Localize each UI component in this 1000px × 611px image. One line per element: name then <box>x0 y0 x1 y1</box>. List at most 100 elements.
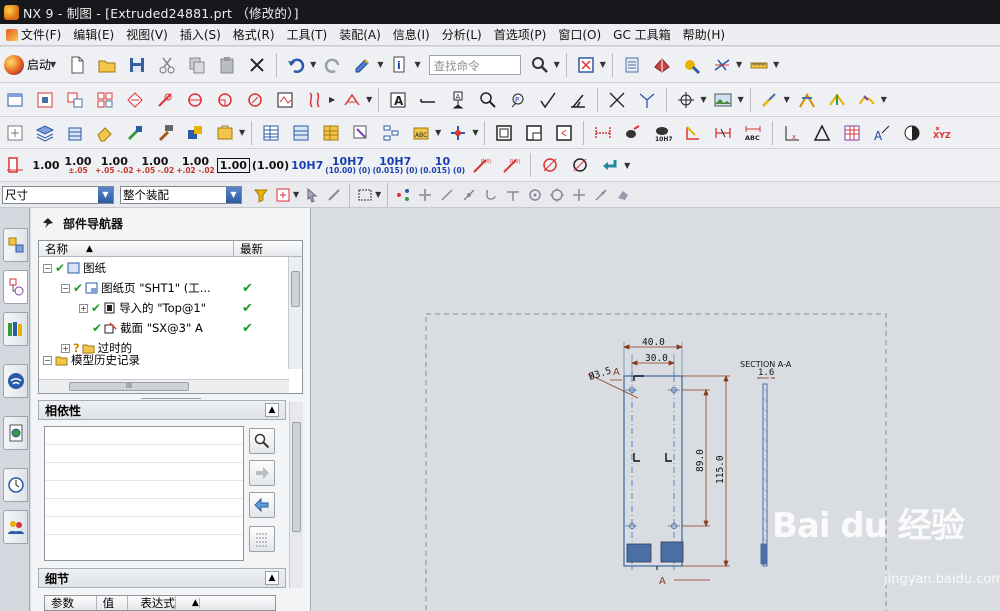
layer-visible-button[interactable] <box>62 120 88 146</box>
menu-information[interactable]: 信息(I) <box>387 24 436 46</box>
name-column-header[interactable]: 名称 ▲ <box>39 241 234 256</box>
panel-scrollbar[interactable] <box>289 402 303 588</box>
cut-button[interactable] <box>154 52 180 78</box>
tree-vertical-scrollbar[interactable] <box>288 257 302 369</box>
expand-icon[interactable]: + <box>61 343 70 353</box>
revolved-section-button[interactable] <box>242 87 268 113</box>
component-button[interactable] <box>212 120 238 146</box>
new-button[interactable] <box>64 52 90 78</box>
folded-section-button[interactable] <box>272 87 298 113</box>
text-dimension-button[interactable]: ABC <box>740 120 766 146</box>
fit-class-values-button[interactable]: 10H7 (10.00) (0) <box>325 152 370 178</box>
start-button[interactable]: 启动 ▼ <box>0 52 62 78</box>
snap-control-point-button[interactable] <box>482 186 500 204</box>
menu-edit[interactable]: 编辑(E) <box>67 24 120 46</box>
balloon-button[interactable] <box>348 120 374 146</box>
more-sketch-button[interactable] <box>854 87 880 113</box>
datum-feature-button[interactable]: A <box>445 87 471 113</box>
touch-mode-button[interactable] <box>350 52 376 78</box>
dependency-list-button[interactable] <box>249 526 275 552</box>
redo-button[interactable] <box>320 52 346 78</box>
limit-button[interactable]: 1.00 +.02 -.02 <box>176 152 215 178</box>
bilateral-two-line-button[interactable]: 1.00 +.05 -.02 <box>136 152 175 178</box>
snap-intersection-button[interactable] <box>504 186 522 204</box>
details-header[interactable]: 细节 ▲ <box>38 568 286 588</box>
fit-class-tolerance-button[interactable]: 10 (0.015) (0) <box>420 152 465 178</box>
define-title-block-button[interactable] <box>551 120 577 146</box>
assembly-button[interactable] <box>2 120 28 146</box>
snap-point-on-curve-button[interactable] <box>570 186 588 204</box>
equal-bilateral-button[interactable]: 1.00 ±.05 <box>63 152 93 178</box>
snap-bounded-grid-button[interactable] <box>614 186 632 204</box>
fit-class-limits-button[interactable]: 10H7 (0.015) (0) <box>373 152 418 178</box>
dimension-style-button[interactable] <box>2 152 28 178</box>
tabular-note-button[interactable] <box>318 120 344 146</box>
tree-row-sheet[interactable]: − ✔ 图纸页 "SHT1" (工... ✔ <box>39 278 287 298</box>
target-symbol-button[interactable] <box>899 120 925 146</box>
collapse-icon[interactable]: − <box>43 263 52 273</box>
paste-button[interactable] <box>214 52 240 78</box>
menu-gc-toolkit[interactable]: GC 工具箱 <box>607 24 677 46</box>
command-search-input[interactable]: 查找命令 <box>428 54 521 75</box>
sketch-button[interactable] <box>757 87 783 113</box>
target-point-button[interactable] <box>634 87 660 113</box>
circle-view-button[interactable] <box>182 87 208 113</box>
snap-arc-center-button[interactable] <box>526 186 544 204</box>
wcs-button[interactable] <box>709 52 735 78</box>
layers-button[interactable] <box>619 52 645 78</box>
snap-all-button[interactable] <box>394 186 412 204</box>
snap-existing-button[interactable] <box>416 186 434 204</box>
dependencies-header[interactable]: 相依性 ▲ <box>38 400 286 420</box>
collapse-icon[interactable]: − <box>43 355 52 365</box>
pin-icon[interactable] <box>43 218 53 228</box>
save-button[interactable] <box>124 52 150 78</box>
graphics-window[interactable]: 40.0 30.0 Ø3.5 89.0 115.0 A A SECTION A-… <box>312 208 1000 611</box>
reference-button[interactable]: (1.00) <box>252 152 289 178</box>
zoom-button[interactable] <box>475 87 501 113</box>
radius-dimension-button[interactable]: R(0) <box>468 152 494 178</box>
deselect-button[interactable] <box>325 186 343 204</box>
delete-button[interactable] <box>244 52 270 78</box>
scroll-thumb[interactable]: III <box>69 382 189 391</box>
snap-midpoint-button[interactable] <box>460 186 478 204</box>
menu-format[interactable]: 格式(R) <box>227 24 281 46</box>
layer-settings-button[interactable] <box>32 120 58 146</box>
half-section-button[interactable] <box>212 87 238 113</box>
xyz-button[interactable]: XYZ <box>929 120 955 146</box>
symbol-button[interactable]: P <box>505 87 531 113</box>
diameter-button[interactable] <box>537 152 563 178</box>
web-browser-tab[interactable] <box>3 416 28 450</box>
triangle-button[interactable] <box>809 120 835 146</box>
search-button[interactable] <box>527 52 553 78</box>
chain-dimension-button[interactable] <box>620 120 646 146</box>
undo-dropdown[interactable]: ▼ <box>310 60 316 69</box>
constraint-button[interactable] <box>794 87 820 113</box>
newest-column-header[interactable]: 最新 <box>234 241 284 256</box>
tree-row-section-view[interactable]: ✔ 截面 "SX@3" A ✔ <box>39 318 287 338</box>
abc-button[interactable]: ABC <box>408 120 434 146</box>
weld-symbol-button[interactable] <box>565 87 591 113</box>
menu-analysis[interactable]: 分析(L) <box>436 24 488 46</box>
feature-control-frame-button[interactable] <box>415 87 441 113</box>
menu-tools[interactable]: 工具(T) <box>281 24 334 46</box>
nominal-button[interactable]: 1.00 <box>31 152 61 178</box>
view-creation-wizard-button[interactable] <box>92 87 118 113</box>
snap-endpoint-button[interactable] <box>438 186 456 204</box>
details-col-expression[interactable]: 表达式 ▲ <box>128 595 275 611</box>
snap-tangent-button[interactable] <box>592 186 610 204</box>
assembly-navigator-tab[interactable] <box>3 228 28 262</box>
border-button[interactable] <box>491 120 517 146</box>
scroll-thumb[interactable] <box>291 271 300 307</box>
menu-window[interactable]: 窗口(O) <box>552 24 607 46</box>
dimension-break-button[interactable] <box>710 120 736 146</box>
section-line-button[interactable] <box>152 87 178 113</box>
fit-button[interactable] <box>573 52 599 78</box>
details-col-parameter[interactable]: 参数 <box>45 596 97 610</box>
note-button[interactable]: A <box>385 87 411 113</box>
material-button[interactable] <box>649 52 675 78</box>
hole-callout-button[interactable]: 10H7 <box>650 120 676 146</box>
selection-scope-dropdown[interactable]: 整个装配 ▼ <box>120 185 242 204</box>
menu-insert[interactable]: 插入(S) <box>174 24 227 46</box>
detail-view-button[interactable] <box>122 87 148 113</box>
tree-row-drawing[interactable]: − ✔ 图纸 <box>39 258 287 278</box>
